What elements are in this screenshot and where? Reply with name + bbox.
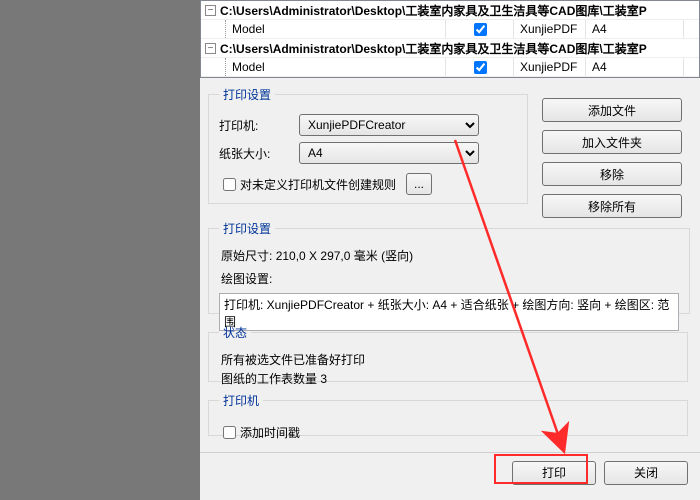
leaf-name: Model [226, 58, 446, 76]
paper-size-select[interactable]: A4 [299, 142, 479, 164]
create-rule-checkbox[interactable] [223, 178, 236, 191]
group-legend: 打印设置 [219, 86, 275, 103]
tree-path-text: C:\Users\Administrator\Desktop\工装室内家具及卫生… [216, 2, 647, 19]
tree-connector [210, 58, 226, 76]
add-folder-button[interactable]: 加入文件夹 [542, 130, 682, 154]
print-button[interactable]: 打印 [512, 461, 596, 485]
tree-leaf-row[interactable]: Model XunjiePDF A4 [201, 58, 699, 77]
leaf-paper: A4 [586, 20, 684, 38]
remove-all-button[interactable]: 移除所有 [542, 194, 682, 218]
tree-path-row[interactable]: − C:\Users\Administrator\Desktop\工装室内家具及… [201, 39, 699, 58]
tree-path-text: C:\Users\Administrator\Desktop\工装室内家具及卫生… [216, 40, 647, 57]
orig-size-value: 210,0 X 297,0 毫米 (竖向) [276, 249, 413, 263]
leaf-check-cell[interactable] [446, 58, 514, 76]
group-status: 状态 所有被选文件已准备好打印 图纸的工作表数量 3 [208, 324, 688, 382]
group-legend: 打印设置 [219, 220, 275, 237]
side-buttons: 添加文件 加入文件夹 移除 移除所有 [542, 98, 688, 226]
add-file-button[interactable]: 添加文件 [542, 98, 682, 122]
tree-leaf-row[interactable]: Model XunjiePDF A4 [201, 20, 699, 39]
remove-button[interactable]: 移除 [542, 162, 682, 186]
group-printer: 打印机 添加时间戳 [208, 392, 688, 436]
group-print-settings: 打印设置 打印机: XunjiePDFCreator 纸张大小: A4 对未定义… [208, 86, 528, 204]
file-tree[interactable]: − C:\Users\Administrator\Desktop\工装室内家具及… [200, 0, 700, 78]
leaf-checkbox[interactable] [474, 23, 487, 36]
leaf-check-cell[interactable] [446, 20, 514, 38]
print-dialog: − C:\Users\Administrator\Desktop\工装室内家具及… [200, 0, 700, 500]
collapse-icon[interactable]: − [205, 43, 216, 54]
create-rule-label: 对未定义打印机文件创建规则 [240, 176, 396, 193]
collapse-icon[interactable]: − [205, 5, 216, 16]
leaf-paper: A4 [586, 58, 684, 76]
group-legend: 打印机 [219, 392, 263, 409]
group-print-settings-2: 打印设置 原始尺寸: 210,0 X 297,0 毫米 (竖向) 绘图设置: 打… [208, 220, 690, 314]
printer-select[interactable]: XunjiePDFCreator [299, 114, 479, 136]
printer-label: 打印机: [219, 117, 299, 134]
group-legend: 状态 [219, 324, 251, 341]
leaf-converter: XunjiePDF [514, 58, 586, 76]
leaf-converter: XunjiePDF [514, 20, 586, 38]
timestamp-label: 添加时间戳 [240, 424, 300, 441]
timestamp-checkbox[interactable] [223, 426, 236, 439]
tree-connector [210, 20, 226, 38]
dialog-button-bar: 打印 关闭 [200, 452, 700, 492]
leaf-checkbox[interactable] [474, 61, 487, 74]
paper-label: 纸张大小: [219, 145, 299, 162]
rule-more-button[interactable]: ... [406, 173, 432, 195]
status-line-2: 图纸的工作表数量 3 [221, 370, 675, 387]
status-line-1: 所有被选文件已准备好打印 [221, 351, 675, 368]
leaf-name: Model [226, 20, 446, 38]
tree-path-row[interactable]: − C:\Users\Administrator\Desktop\工装室内家具及… [201, 1, 699, 20]
close-button[interactable]: 关闭 [604, 461, 688, 485]
orig-size-label: 原始尺寸: [221, 249, 272, 263]
draw-settings-label: 绘图设置: [221, 272, 272, 286]
